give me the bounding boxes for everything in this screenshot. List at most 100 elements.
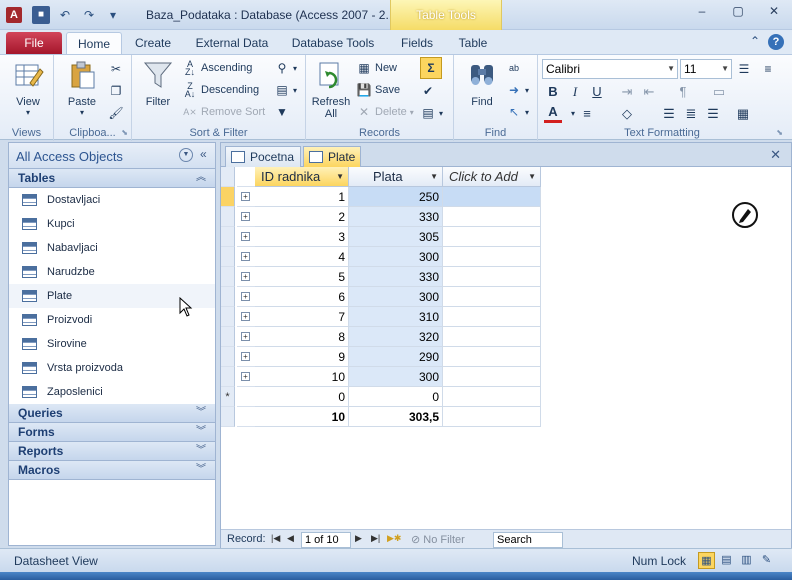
cell-plata[interactable]: 330 bbox=[349, 207, 443, 227]
goto-button[interactable]: ➜ ▾ bbox=[506, 80, 529, 100]
record-selector[interactable] bbox=[221, 327, 235, 347]
record-selector[interactable] bbox=[221, 307, 235, 327]
table-row[interactable]: +1 250 bbox=[221, 187, 541, 207]
section-tables[interactable]: Tables ︽ bbox=[9, 169, 215, 188]
cell-add[interactable] bbox=[443, 387, 541, 407]
cell-plata[interactable]: 290 bbox=[349, 347, 443, 367]
table-row[interactable]: +8 320 bbox=[221, 327, 541, 347]
collapse-nav-icon[interactable]: « bbox=[200, 147, 207, 161]
cell-add[interactable] bbox=[443, 287, 541, 307]
more-records-button[interactable]: ▤ ▾ bbox=[420, 103, 443, 123]
selection-button[interactable]: ⚲ ▾ bbox=[274, 58, 297, 78]
record-selector[interactable] bbox=[221, 407, 235, 427]
datasheet-view-icon[interactable]: ▦ bbox=[698, 552, 715, 569]
cell-id[interactable]: 9 bbox=[255, 347, 349, 367]
new-blank-record-icon[interactable]: ▶✱ bbox=[387, 533, 401, 544]
cell-id[interactable]: 6 bbox=[255, 287, 349, 307]
list-style-button[interactable]: ☰ bbox=[736, 59, 752, 79]
align-text-right-button[interactable]: ☰ bbox=[704, 105, 722, 123]
cell-add[interactable] bbox=[443, 407, 541, 427]
tab-external-data[interactable]: External Data bbox=[190, 32, 274, 54]
cell-plata[interactable]: 250 bbox=[349, 187, 443, 207]
nav-pane-title[interactable]: All Access Objects bbox=[16, 149, 123, 164]
record-selector[interactable] bbox=[221, 207, 235, 227]
design-view-icon[interactable]: ✎ bbox=[758, 552, 775, 569]
save-icon[interactable]: ■ bbox=[32, 6, 50, 24]
filter-button[interactable]: Filter bbox=[138, 59, 178, 108]
find-button[interactable]: Find bbox=[462, 59, 502, 108]
table-row[interactable]: +9 290 bbox=[221, 347, 541, 367]
table-row[interactable]: +7 310 bbox=[221, 307, 541, 327]
tab-table[interactable]: Table bbox=[450, 32, 496, 54]
nav-table-item[interactable]: Nabavljaci bbox=[9, 236, 215, 260]
tab-home[interactable]: Home bbox=[66, 32, 122, 54]
minimize-ribbon-icon[interactable]: ⌃ bbox=[750, 34, 760, 50]
help-icon[interactable]: ? bbox=[768, 34, 784, 50]
cell-plata[interactable]: 0 bbox=[349, 387, 443, 407]
cell-add[interactable] bbox=[443, 187, 541, 207]
font-color-button[interactable]: A bbox=[544, 105, 562, 123]
close-document-icon[interactable]: ✕ bbox=[770, 147, 781, 163]
tab-create[interactable]: Create bbox=[128, 32, 178, 54]
replace-button[interactable]: ab bbox=[506, 58, 522, 78]
cell-plata[interactable]: 300 bbox=[349, 247, 443, 267]
redo-icon[interactable]: ↷ bbox=[80, 6, 98, 24]
nav-menu-dropdown-icon[interactable]: ▼ bbox=[179, 148, 193, 162]
subdatasheet-expander[interactable]: + bbox=[237, 267, 255, 287]
cell-plata[interactable]: 320 bbox=[349, 327, 443, 347]
paragraph-direction-button[interactable]: ¶ bbox=[674, 83, 692, 101]
section-reports[interactable]: Reports ︾ bbox=[9, 442, 215, 461]
subdatasheet-expander[interactable]: + bbox=[237, 367, 255, 387]
cell-add[interactable] bbox=[443, 227, 541, 247]
cell-plata[interactable]: 303,5 bbox=[349, 407, 443, 427]
background-color-button[interactable]: ◇ bbox=[618, 105, 636, 123]
bold-button[interactable]: B bbox=[544, 83, 562, 101]
font-name-combo[interactable]: Calibri ▼ bbox=[542, 59, 678, 79]
cell-id[interactable]: 2 bbox=[255, 207, 349, 227]
plus-icon[interactable]: + bbox=[241, 292, 250, 301]
record-selector[interactable] bbox=[221, 267, 235, 287]
tab-database-tools[interactable]: Database Tools bbox=[286, 32, 380, 54]
subdatasheet-expander[interactable]: + bbox=[237, 187, 255, 207]
align-text-left-button[interactable]: ☰ bbox=[660, 105, 678, 123]
plus-icon[interactable]: + bbox=[241, 312, 250, 321]
previous-record-icon[interactable]: ◀ bbox=[287, 533, 294, 544]
font-size-combo[interactable]: 11 ▼ bbox=[680, 59, 732, 79]
align-left-button[interactable]: ≡ bbox=[578, 105, 596, 123]
cell-id[interactable]: 4 bbox=[255, 247, 349, 267]
plus-icon[interactable]: + bbox=[241, 192, 250, 201]
cell-id[interactable]: 10 bbox=[255, 407, 349, 427]
record-selector[interactable] bbox=[221, 347, 235, 367]
table-row[interactable]: +10 300 bbox=[221, 367, 541, 387]
italic-button[interactable]: I bbox=[566, 83, 584, 101]
table-row[interactable]: +5 330 bbox=[221, 267, 541, 287]
column-header-id[interactable]: ID radnika ▼ bbox=[255, 167, 349, 187]
cell-add[interactable] bbox=[443, 327, 541, 347]
select-all-corner[interactable] bbox=[221, 167, 235, 187]
new-record-button[interactable]: ▦ New bbox=[356, 58, 397, 78]
text-formatting-launcher-icon[interactable]: ⬊ bbox=[776, 128, 783, 137]
current-record-input[interactable]: 1 of 10 bbox=[301, 532, 351, 548]
subdatasheet-expander[interactable]: + bbox=[237, 307, 255, 327]
cell-id[interactable]: 10 bbox=[255, 367, 349, 387]
maximize-button[interactable]: ▢ bbox=[720, 0, 756, 22]
gridlines-button[interactable]: ▦ bbox=[734, 105, 752, 123]
spelling-button[interactable]: ✔ bbox=[420, 81, 436, 101]
cell-add[interactable] bbox=[443, 347, 541, 367]
search-box[interactable]: Search bbox=[493, 532, 563, 548]
table-row[interactable]: +6 300 bbox=[221, 287, 541, 307]
subdatasheet-expander[interactable]: + bbox=[237, 207, 255, 227]
cut-button[interactable]: ✂ bbox=[108, 59, 124, 79]
text-highlight-button[interactable]: ▭ bbox=[710, 83, 728, 101]
cell-plata[interactable]: 330 bbox=[349, 267, 443, 287]
column-header-plata[interactable]: Plata ▼ bbox=[349, 167, 443, 187]
tab-file[interactable]: File bbox=[6, 32, 62, 54]
cell-plata[interactable]: 310 bbox=[349, 307, 443, 327]
no-filter-indicator[interactable]: ⊘ No Filter bbox=[411, 533, 465, 546]
nav-table-item[interactable]: Narudzbe bbox=[9, 260, 215, 284]
cell-id[interactable]: 3 bbox=[255, 227, 349, 247]
nav-table-item[interactable]: Vrsta proizvoda bbox=[9, 356, 215, 380]
totals-button[interactable]: Σ bbox=[420, 57, 442, 79]
subdatasheet-expander[interactable]: + bbox=[237, 247, 255, 267]
underline-button[interactable]: U bbox=[588, 83, 606, 101]
